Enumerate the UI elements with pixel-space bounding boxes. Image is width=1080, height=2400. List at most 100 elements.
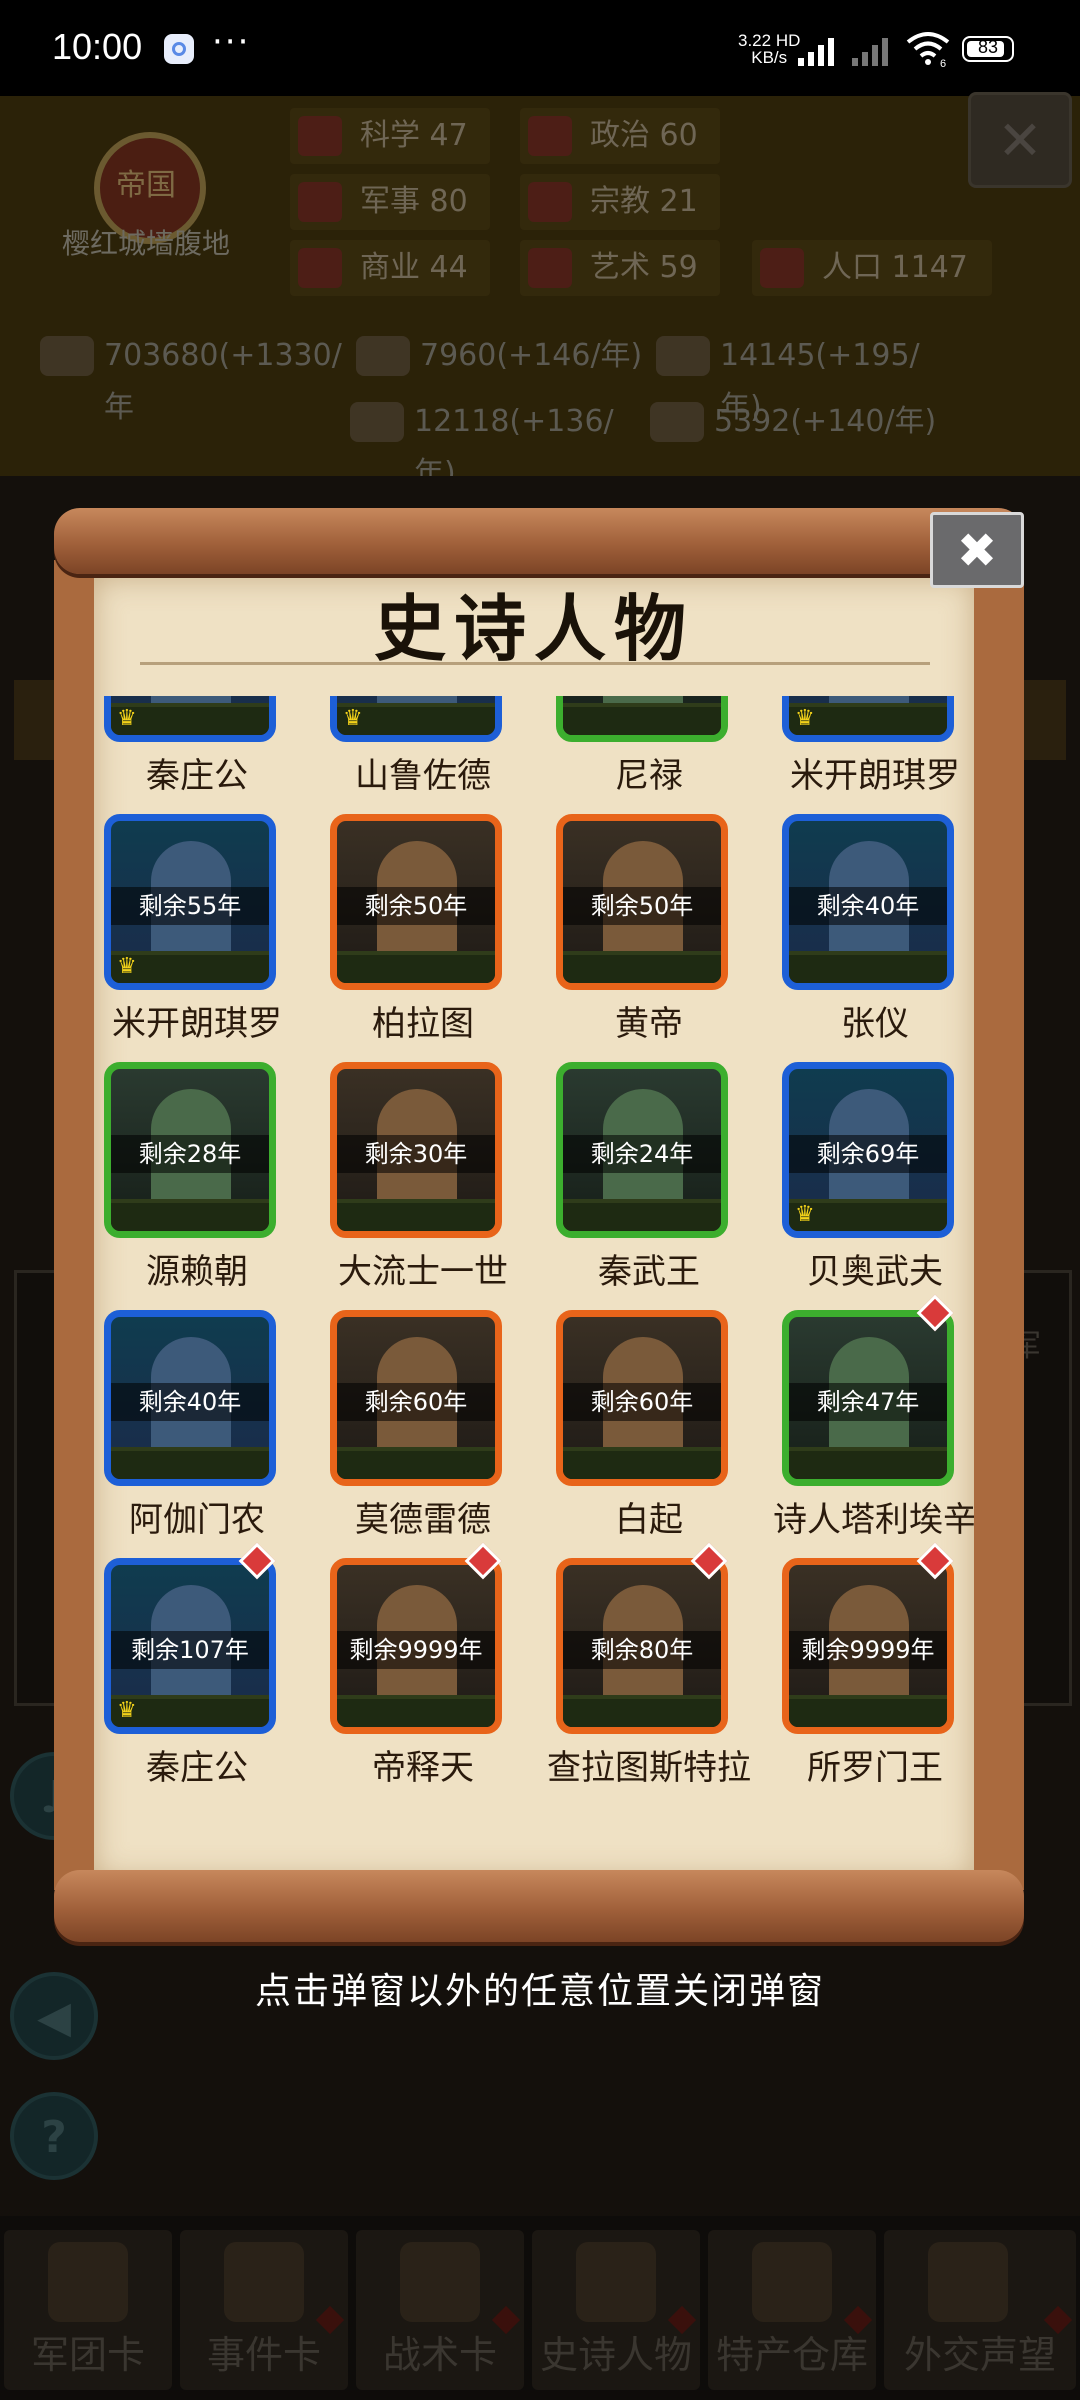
compass-icon <box>400 2242 480 2322</box>
character-name: 诗人塔利埃辛 <box>773 1500 974 1540</box>
stat-science: 科学 47 <box>290 108 490 164</box>
grass-border <box>111 1199 269 1231</box>
helmet-icon <box>48 2242 128 2322</box>
remaining-years: 剩余9999年 <box>337 1631 495 1669</box>
character-portrait: 剩余40年 <box>104 1310 276 1486</box>
character-portrait: 剩余80年 <box>556 1558 728 1734</box>
character-portrait: ♛ <box>330 696 502 742</box>
character-name: 所罗门王 <box>807 1748 943 1788</box>
crown-icon: ♛ <box>343 706 363 731</box>
character-name: 秦武王 <box>598 1252 700 1292</box>
grass-border <box>111 1447 269 1479</box>
character-card[interactable]: 剩余9999年帝释天 <box>310 1542 536 1806</box>
grass-border <box>337 1199 495 1231</box>
character-card[interactable]: 剩余40年 张仪 <box>762 814 974 1062</box>
remaining-years: 剩余47年 <box>789 1383 947 1421</box>
character-name: 山鲁佐德 <box>355 756 491 796</box>
grass-border <box>563 1695 721 1727</box>
military-icon <box>298 182 342 222</box>
character-portrait: ♛ 剩余107年 <box>104 1558 276 1734</box>
character-card[interactable]: ♛ 剩余107年 秦庄公 <box>94 1542 310 1806</box>
remaining-years: 剩余60年 <box>563 1383 721 1421</box>
status-time: 10:00 <box>52 26 143 67</box>
title-divider <box>140 662 930 665</box>
character-card[interactable]: 尼禄 <box>536 696 762 814</box>
character-portrait: 剩余50年 <box>330 814 502 990</box>
character-card[interactable]: 剩余80年查拉图斯特拉 <box>536 1542 762 1806</box>
character-card[interactable]: 剩余40年阿伽门农 <box>94 1310 310 1558</box>
grass-border <box>563 1447 721 1479</box>
character-name: 帝释天 <box>372 1748 474 1788</box>
character-name: 米开朗琪罗 <box>790 756 960 796</box>
character-portrait: 剩余30年 <box>330 1062 502 1238</box>
science-icon <box>298 116 342 156</box>
character-portrait: ♛ 剩余55年 <box>104 814 276 990</box>
remaining-years: 剩余9999年 <box>789 1631 947 1669</box>
remaining-years: 剩余60年 <box>337 1383 495 1421</box>
character-name: 黄帝 <box>615 1004 683 1044</box>
stat-art: 艺术 59 <box>520 240 720 296</box>
tab-diplomacy: 外交声望 <box>884 2230 1076 2390</box>
grass-border <box>789 1695 947 1727</box>
crown-icon: ♛ <box>117 706 137 731</box>
stat-commerce: 商业 44 <box>290 240 490 296</box>
character-card[interactable]: ♛ 剩余55年 米开朗琪罗 <box>94 814 310 1062</box>
character-grid[interactable]: ♛ 秦庄公 ♛ 山鲁佐德 尼禄 ♛ 米开朗琪罗 ♛ 剩余55年 米开朗琪罗 剩余50年 柏拉图 剩余50… <box>94 696 974 1806</box>
character-card[interactable]: 剩余50年 黄帝 <box>536 814 762 1062</box>
politics-icon <box>528 116 572 156</box>
remaining-years: 剩余69年 <box>789 1135 947 1173</box>
stat-politics: 政治 60 <box>520 108 720 164</box>
more-notifications-icon: ··· <box>212 22 251 62</box>
grass-border <box>789 951 947 983</box>
character-portrait: 剩余60年 <box>330 1310 502 1486</box>
character-card[interactable]: 剩余50年柏拉图 <box>310 814 536 1062</box>
remaining-years: 剩余28年 <box>111 1135 269 1173</box>
character-card[interactable]: 剩余30年大流士一世 <box>310 1062 536 1310</box>
character-name: 柏拉图 <box>372 1004 474 1044</box>
character-card[interactable]: ♛ 山鲁佐德 <box>310 696 536 814</box>
crown-icon: ♛ <box>117 954 137 979</box>
character-portrait <box>556 696 728 742</box>
character-name: 查拉图斯特拉 <box>547 1748 751 1788</box>
grass-border <box>563 703 721 735</box>
character-card[interactable]: 剩余60年莫德雷德 <box>310 1310 536 1558</box>
character-name: 阿伽门农 <box>129 1500 265 1540</box>
tab-specialty-warehouse: 特产仓库 <box>708 2230 876 2390</box>
remaining-years: 剩余107年 <box>111 1631 269 1669</box>
character-portrait: 剩余47年 <box>782 1310 954 1486</box>
help-button: ? <box>10 2092 98 2180</box>
remaining-years: 剩余80年 <box>563 1631 721 1669</box>
character-name: 尼禄 <box>615 756 683 796</box>
character-card[interactable]: 剩余9999年所罗门王 <box>762 1542 974 1806</box>
tab-epic-characters: 史诗人物 <box>532 2230 700 2390</box>
character-portrait: 剩余40年 <box>782 814 954 990</box>
character-card[interactable]: 剩余47年诗人塔利埃辛 <box>762 1294 974 1558</box>
character-portrait: 剩余9999年 <box>330 1558 502 1734</box>
network-speed: 3.22 HD KB/s <box>738 31 801 67</box>
battery-icon: 83 <box>962 36 1014 62</box>
app-notification-icon <box>164 34 194 64</box>
character-card[interactable]: ♛ 米开朗琪罗 <box>762 696 974 814</box>
remaining-years: 剩余30年 <box>337 1135 495 1173</box>
character-name: 白起 <box>615 1500 683 1540</box>
character-name: 莫德雷德 <box>355 1500 491 1540</box>
svg-text:6: 6 <box>940 58 946 68</box>
signal-strength-2-icon <box>852 38 888 66</box>
character-card[interactable]: 剩余60年白起 <box>536 1310 762 1558</box>
stat-military: 军事 80 <box>290 174 490 230</box>
character-portrait: 剩余24年 <box>556 1062 728 1238</box>
crown-icon: ♛ <box>795 706 815 731</box>
resource-wood: 7960(+146/年) <box>350 330 650 382</box>
character-card[interactable]: ♛ 剩余69年 贝奥武夫 <box>762 1062 974 1310</box>
crown-icon: ♛ <box>117 1698 137 1723</box>
crown-icon: ♛ <box>795 1202 815 1227</box>
character-name: 大流士一世 <box>338 1252 508 1292</box>
character-card[interactable]: 剩余28年 源赖朝 <box>94 1062 310 1310</box>
scroll-icon <box>224 2242 304 2322</box>
character-card[interactable]: ♛ 秦庄公 <box>94 696 310 814</box>
remaining-years: 剩余55年 <box>111 887 269 925</box>
character-portrait: ♛ 剩余69年 <box>782 1062 954 1238</box>
character-card[interactable]: 剩余24年秦武王 <box>536 1062 762 1310</box>
grass-border <box>789 1447 947 1479</box>
gold-icon <box>40 336 94 376</box>
